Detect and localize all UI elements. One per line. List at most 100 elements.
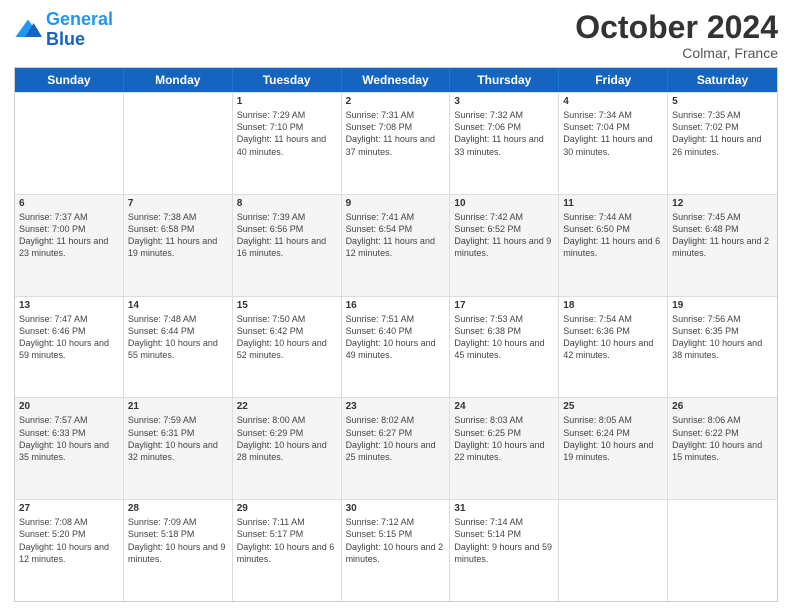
calendar-cell-23: 23 Sunrise: 8:02 AM Sunset: 6:27 PM Dayli… bbox=[342, 398, 451, 499]
calendar-cell-12: 12Sunrise: 7:45 AM Sunset: 6:48 PM Dayli… bbox=[668, 195, 777, 296]
calendar-cell-4: 4 Sunrise: 7:34 AM Sunset: 7:04 PM Daylig… bbox=[559, 93, 668, 194]
cell-info: Sunrise: 7:41 AM Sunset: 6:54 PM Dayligh… bbox=[346, 211, 446, 260]
cell-info: Sunrise: 7:29 AM Sunset: 7:10 PM Dayligh… bbox=[237, 109, 337, 158]
calendar-row: 27 Sunrise: 7:08 AM Sunset: 5:20 PM Dayli… bbox=[15, 499, 777, 601]
cell-day-number: 9 bbox=[346, 198, 446, 209]
header: General Blue October 2024 Colmar, France bbox=[14, 10, 778, 61]
cell-info: Sunrise: 7:44 AM Sunset: 6:50 PM Dayligh… bbox=[563, 211, 663, 260]
calendar-cell-17: 17 Sunrise: 7:53 AM Sunset: 6:38 PM Dayli… bbox=[450, 297, 559, 398]
cell-day-number: 23 bbox=[346, 401, 446, 412]
calendar-row: 13 Sunrise: 7:47 AM Sunset: 6:46 PM Dayli… bbox=[15, 296, 777, 398]
calendar-row: 20 Sunrise: 7:57 AM Sunset: 6:33 PM Dayli… bbox=[15, 397, 777, 499]
calendar-cell-24: 24Sunrise: 8:03 AM Sunset: 6:25 PM Dayli… bbox=[450, 398, 559, 499]
calendar-cell-empty bbox=[559, 500, 668, 601]
cell-info: Sunrise: 7:11 AM Sunset: 5:17 PM Dayligh… bbox=[237, 516, 337, 565]
cell-info: Sunrise: 7:12 AM Sunset: 5:15 PM Dayligh… bbox=[346, 516, 446, 565]
cell-info: Sunrise: 7:47 AM Sunset: 6:46 PM Dayligh… bbox=[19, 313, 119, 362]
calendar-cell-8: 8Sunrise: 7:39 AM Sunset: 6:56 PM Daylig… bbox=[233, 195, 342, 296]
cell-day-number: 21 bbox=[128, 401, 228, 412]
calendar-cell-11: 11Sunrise: 7:44 AM Sunset: 6:50 PM Dayli… bbox=[559, 195, 668, 296]
cell-day-number: 12 bbox=[672, 198, 773, 209]
cell-day-number: 26 bbox=[672, 401, 773, 412]
calendar-cell-3: 3Sunrise: 7:32 AM Sunset: 7:06 PM Daylig… bbox=[450, 93, 559, 194]
day-header-saturday: Saturday bbox=[668, 68, 777, 92]
calendar-cell-13: 13 Sunrise: 7:47 AM Sunset: 6:46 PM Dayli… bbox=[15, 297, 124, 398]
calendar-cell-7: 7 Sunrise: 7:38 AM Sunset: 6:58 PM Daylig… bbox=[124, 195, 233, 296]
cell-info: Sunrise: 7:48 AM Sunset: 6:44 PM Dayligh… bbox=[128, 313, 228, 362]
cell-day-number: 17 bbox=[454, 300, 554, 311]
cell-info: Sunrise: 7:57 AM Sunset: 6:33 PM Dayligh… bbox=[19, 414, 119, 463]
calendar-cell-5: 5 Sunrise: 7:35 AM Sunset: 7:02 PM Daylig… bbox=[668, 93, 777, 194]
cell-info: Sunrise: 7:42 AM Sunset: 6:52 PM Dayligh… bbox=[454, 211, 554, 260]
calendar-cell-18: 18 Sunrise: 7:54 AM Sunset: 6:36 PM Dayli… bbox=[559, 297, 668, 398]
calendar-cell-27: 27 Sunrise: 7:08 AM Sunset: 5:20 PM Dayli… bbox=[15, 500, 124, 601]
calendar-cell-6: 6 Sunrise: 7:37 AM Sunset: 7:00 PM Daylig… bbox=[15, 195, 124, 296]
calendar-cell-19: 19 Sunrise: 7:56 AM Sunset: 6:35 PM Dayli… bbox=[668, 297, 777, 398]
calendar-row: 1 Sunrise: 7:29 AM Sunset: 7:10 PM Daylig… bbox=[15, 92, 777, 194]
logo: General Blue bbox=[14, 10, 113, 50]
cell-info: Sunrise: 8:02 AM Sunset: 6:27 PM Dayligh… bbox=[346, 414, 446, 463]
calendar-cell-2: 2 Sunrise: 7:31 AM Sunset: 7:08 PM Daylig… bbox=[342, 93, 451, 194]
logo-icon bbox=[14, 16, 42, 44]
cell-day-number: 25 bbox=[563, 401, 663, 412]
cell-day-number: 30 bbox=[346, 503, 446, 514]
cell-info: Sunrise: 7:54 AM Sunset: 6:36 PM Dayligh… bbox=[563, 313, 663, 362]
cell-info: Sunrise: 7:34 AM Sunset: 7:04 PM Dayligh… bbox=[563, 109, 663, 158]
cell-day-number: 14 bbox=[128, 300, 228, 311]
calendar-cell-1: 1 Sunrise: 7:29 AM Sunset: 7:10 PM Daylig… bbox=[233, 93, 342, 194]
day-header-friday: Friday bbox=[559, 68, 668, 92]
calendar-cell-31: 31Sunrise: 7:14 AM Sunset: 5:14 PM Dayli… bbox=[450, 500, 559, 601]
cell-day-number: 22 bbox=[237, 401, 337, 412]
month-title: October 2024 bbox=[575, 10, 778, 45]
cell-day-number: 18 bbox=[563, 300, 663, 311]
calendar-cell-22: 22 Sunrise: 8:00 AM Sunset: 6:29 PM Dayli… bbox=[233, 398, 342, 499]
cell-info: Sunrise: 8:06 AM Sunset: 6:22 PM Dayligh… bbox=[672, 414, 773, 463]
calendar-cell-14: 14 Sunrise: 7:48 AM Sunset: 6:44 PM Dayli… bbox=[124, 297, 233, 398]
cell-info: Sunrise: 7:56 AM Sunset: 6:35 PM Dayligh… bbox=[672, 313, 773, 362]
calendar-cell-28: 28Sunrise: 7:09 AM Sunset: 5:18 PM Dayli… bbox=[124, 500, 233, 601]
cell-day-number: 13 bbox=[19, 300, 119, 311]
cell-info: Sunrise: 7:08 AM Sunset: 5:20 PM Dayligh… bbox=[19, 516, 119, 565]
cell-day-number: 20 bbox=[19, 401, 119, 412]
title-block: October 2024 Colmar, France bbox=[575, 10, 778, 61]
cell-day-number: 4 bbox=[563, 96, 663, 107]
day-header-wednesday: Wednesday bbox=[342, 68, 451, 92]
cell-day-number: 28 bbox=[128, 503, 228, 514]
cell-day-number: 29 bbox=[237, 503, 337, 514]
cell-info: Sunrise: 7:50 AM Sunset: 6:42 PM Dayligh… bbox=[237, 313, 337, 362]
day-header-monday: Monday bbox=[124, 68, 233, 92]
day-header-thursday: Thursday bbox=[450, 68, 559, 92]
calendar-cell-9: 9 Sunrise: 7:41 AM Sunset: 6:54 PM Daylig… bbox=[342, 195, 451, 296]
calendar-cell-15: 15Sunrise: 7:50 AM Sunset: 6:42 PM Dayli… bbox=[233, 297, 342, 398]
location: Colmar, France bbox=[575, 45, 778, 61]
cell-info: Sunrise: 7:32 AM Sunset: 7:06 PM Dayligh… bbox=[454, 109, 554, 158]
cell-day-number: 5 bbox=[672, 96, 773, 107]
cell-info: Sunrise: 8:05 AM Sunset: 6:24 PM Dayligh… bbox=[563, 414, 663, 463]
cell-info: Sunrise: 7:37 AM Sunset: 7:00 PM Dayligh… bbox=[19, 211, 119, 260]
cell-day-number: 16 bbox=[346, 300, 446, 311]
calendar-cell-empty bbox=[124, 93, 233, 194]
calendar-cell-10: 10Sunrise: 7:42 AM Sunset: 6:52 PM Dayli… bbox=[450, 195, 559, 296]
calendar-cell-29: 29 Sunrise: 7:11 AM Sunset: 5:17 PM Dayli… bbox=[233, 500, 342, 601]
cell-day-number: 6 bbox=[19, 198, 119, 209]
cell-day-number: 27 bbox=[19, 503, 119, 514]
cell-info: Sunrise: 7:31 AM Sunset: 7:08 PM Dayligh… bbox=[346, 109, 446, 158]
calendar-cell-empty bbox=[15, 93, 124, 194]
calendar-cell-26: 26 Sunrise: 8:06 AM Sunset: 6:22 PM Dayli… bbox=[668, 398, 777, 499]
cell-day-number: 24 bbox=[454, 401, 554, 412]
day-header-sunday: Sunday bbox=[15, 68, 124, 92]
cell-info: Sunrise: 7:51 AM Sunset: 6:40 PM Dayligh… bbox=[346, 313, 446, 362]
cell-day-number: 2 bbox=[346, 96, 446, 107]
logo-text: General Blue bbox=[46, 10, 113, 50]
cell-info: Sunrise: 7:38 AM Sunset: 6:58 PM Dayligh… bbox=[128, 211, 228, 260]
cell-day-number: 1 bbox=[237, 96, 337, 107]
cell-info: Sunrise: 7:39 AM Sunset: 6:56 PM Dayligh… bbox=[237, 211, 337, 260]
cell-day-number: 7 bbox=[128, 198, 228, 209]
cell-day-number: 19 bbox=[672, 300, 773, 311]
calendar-cell-20: 20 Sunrise: 7:57 AM Sunset: 6:33 PM Dayli… bbox=[15, 398, 124, 499]
cell-info: Sunrise: 7:35 AM Sunset: 7:02 PM Dayligh… bbox=[672, 109, 773, 158]
calendar-row: 6 Sunrise: 7:37 AM Sunset: 7:00 PM Daylig… bbox=[15, 194, 777, 296]
calendar: SundayMondayTuesdayWednesdayThursdayFrid… bbox=[14, 67, 778, 602]
cell-info: Sunrise: 7:53 AM Sunset: 6:38 PM Dayligh… bbox=[454, 313, 554, 362]
cell-info: Sunrise: 8:00 AM Sunset: 6:29 PM Dayligh… bbox=[237, 414, 337, 463]
